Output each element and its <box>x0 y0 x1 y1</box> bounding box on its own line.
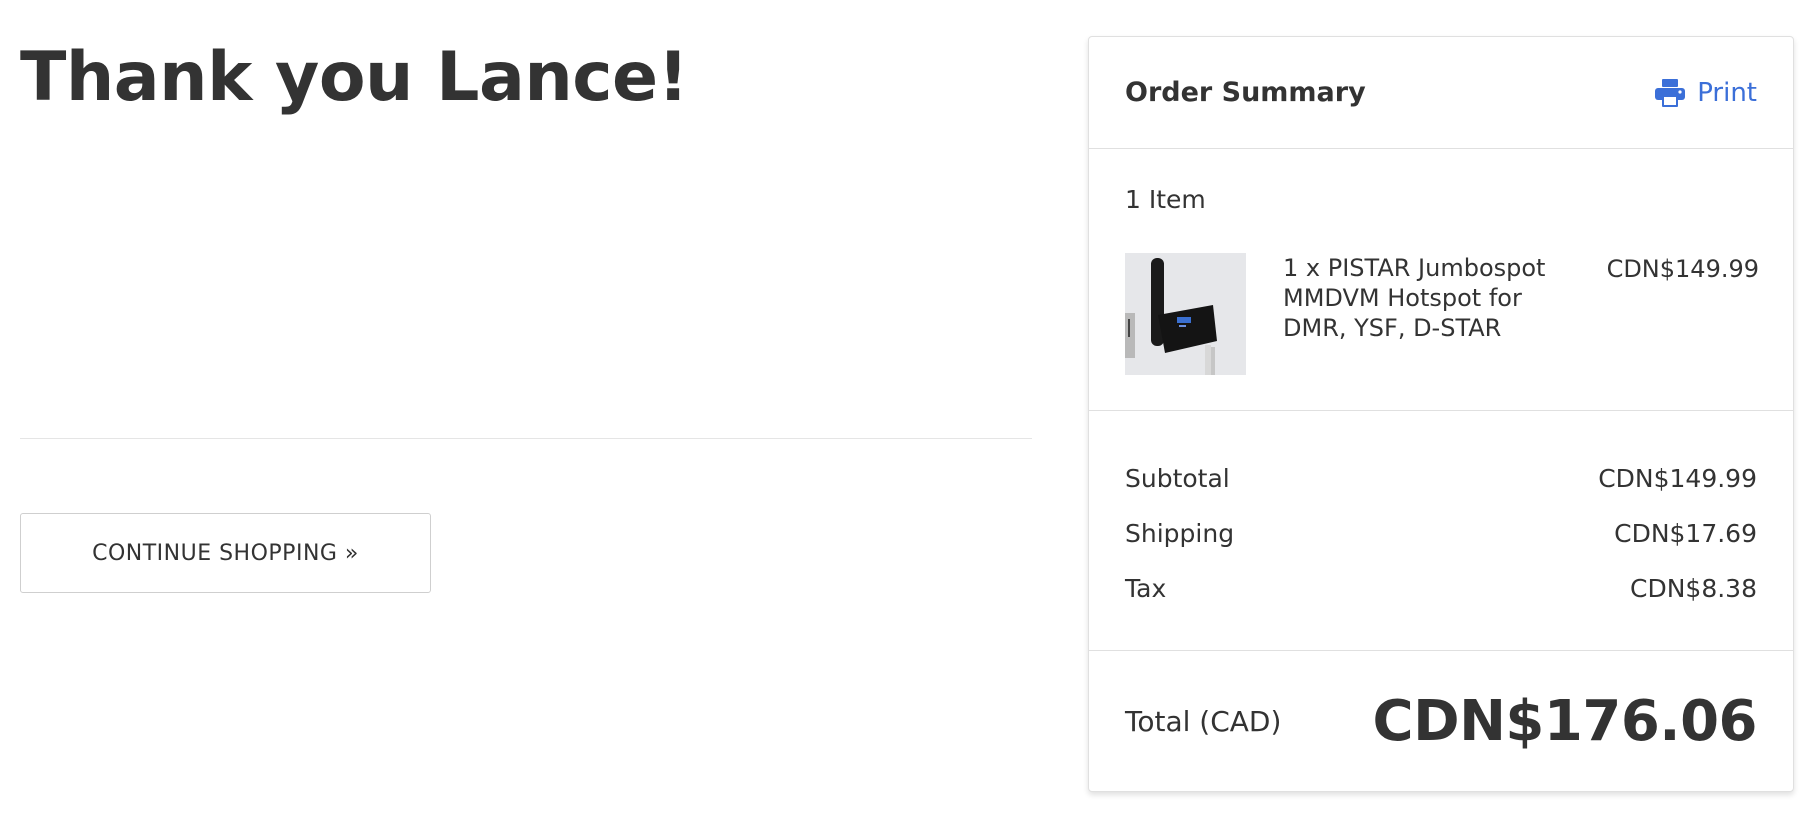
item-price: CDN$149.99 <box>1606 255 1759 283</box>
shipping-row: Shipping CDN$17.69 <box>1125 506 1757 561</box>
order-summary-title: Order Summary <box>1125 77 1366 108</box>
continue-shopping-button[interactable]: CONTINUE SHOPPING » <box>20 513 431 593</box>
subtotal-value: CDN$149.99 <box>1598 464 1757 493</box>
order-item: 1 x PISTAR Jumbospot MMDVM Hotspot for D… <box>1125 253 1759 375</box>
thank-you-heading: Thank you Lance! <box>20 38 689 117</box>
product-image <box>1125 253 1246 375</box>
print-label: Print <box>1697 77 1757 108</box>
grand-total-row: Total (CAD) CDN$176.06 <box>1089 651 1793 791</box>
item-name: 1 x PISTAR Jumbospot MMDVM Hotspot for D… <box>1283 254 1546 342</box>
order-confirmation-page: Thank you Lance! CONTINUE SHOPPING » Ord… <box>0 0 1815 814</box>
order-items-section: 1 Item 1 x PISTAR Jumbospot MMDVM Hotspo… <box>1089 149 1793 411</box>
tax-row: Tax CDN$8.38 <box>1125 561 1757 616</box>
print-button[interactable]: Print <box>1655 78 1757 108</box>
tax-value: CDN$8.38 <box>1630 574 1757 603</box>
order-summary-card: Order Summary Print 1 Item 1 x PISTAR Ju… <box>1088 36 1794 792</box>
order-summary-header: Order Summary Print <box>1089 37 1793 149</box>
subtotal-row: Subtotal CDN$149.99 <box>1125 451 1757 506</box>
tax-label: Tax <box>1125 574 1167 603</box>
divider <box>20 438 1032 439</box>
shipping-label: Shipping <box>1125 519 1235 548</box>
totals-section: Subtotal CDN$149.99 Shipping CDN$17.69 T… <box>1089 411 1793 651</box>
total-value: CDN$176.06 <box>1372 688 1757 754</box>
shipping-value: CDN$17.69 <box>1614 519 1757 548</box>
subtotal-label: Subtotal <box>1125 464 1230 493</box>
product-thumbnail <box>1125 253 1246 375</box>
total-label: Total (CAD) <box>1125 704 1282 738</box>
item-count: 1 Item <box>1125 185 1206 214</box>
printer-icon <box>1655 78 1686 107</box>
